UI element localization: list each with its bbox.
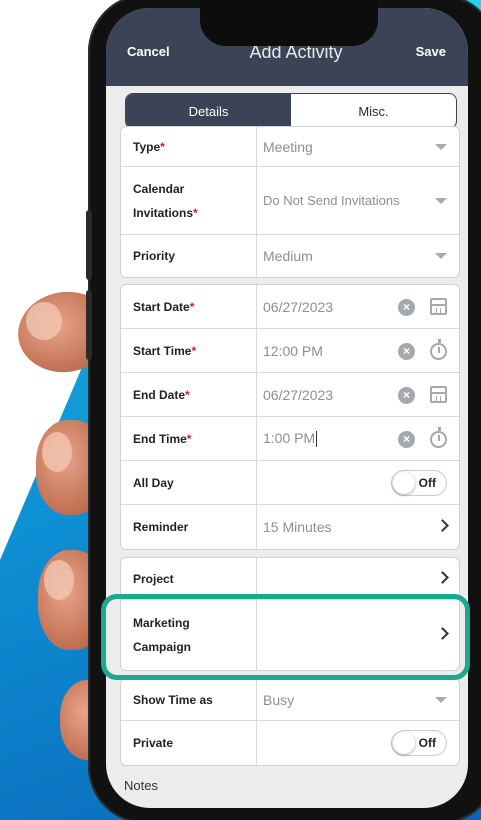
required-marker: * bbox=[160, 139, 165, 154]
project-row[interactable]: Project bbox=[121, 558, 459, 600]
type-row[interactable]: Type * Meeting bbox=[121, 127, 459, 167]
reminder-row[interactable]: Reminder 15 Minutes bbox=[121, 505, 459, 549]
show-time-as-value: Busy bbox=[263, 691, 295, 708]
clear-icon[interactable]: × bbox=[398, 386, 415, 404]
form-group-general: Type * Meeting Calendar Invitations* Do N… bbox=[120, 126, 460, 278]
start-time-label: Start Time * bbox=[121, 329, 257, 372]
end-time-input[interactable]: 1:00 PM bbox=[257, 430, 459, 448]
notes-section-label: Notes bbox=[124, 778, 158, 793]
start-date-row[interactable]: Start Date * 06/27/2023 × bbox=[121, 285, 459, 329]
project-label: Project bbox=[121, 558, 257, 599]
priority-label: Priority bbox=[121, 235, 257, 277]
fingernail bbox=[26, 302, 62, 340]
phone-notch bbox=[200, 0, 378, 46]
start-date-label: Start Date * bbox=[121, 285, 257, 328]
calendar-icon[interactable] bbox=[430, 297, 447, 315]
all-day-label: All Day bbox=[121, 461, 257, 504]
form-group-visibility: Show Time as Busy Private Off bbox=[120, 678, 460, 766]
start-date-value: 06/27/2023 bbox=[263, 298, 334, 315]
clear-icon[interactable]: × bbox=[398, 298, 415, 316]
fingernail bbox=[42, 432, 72, 472]
start-time-value: 12:00 PM bbox=[263, 342, 323, 359]
chevron-right-icon bbox=[436, 627, 449, 640]
end-date-value: 06/27/2023 bbox=[263, 386, 334, 403]
show-time-as-row[interactable]: Show Time as Busy bbox=[121, 679, 459, 721]
fingernail bbox=[44, 560, 74, 600]
clock-icon[interactable] bbox=[430, 426, 447, 448]
clear-icon[interactable]: × bbox=[398, 430, 415, 448]
clock-icon[interactable] bbox=[430, 338, 447, 360]
save-button[interactable]: Save bbox=[416, 44, 446, 59]
chevron-right-icon bbox=[436, 570, 449, 584]
end-time-label: End Time * bbox=[121, 417, 257, 460]
start-time-row[interactable]: Start Time * 12:00 PM × bbox=[121, 329, 459, 373]
volume-button bbox=[86, 290, 92, 360]
tab-details[interactable]: Details bbox=[126, 94, 291, 128]
show-time-as-label: Show Time as bbox=[121, 679, 257, 720]
segmented-control: Details Misc. bbox=[125, 93, 457, 129]
end-time-row[interactable]: End Time * 1:00 PM × bbox=[121, 417, 459, 461]
type-label: Type * bbox=[121, 127, 257, 166]
end-date-row[interactable]: End Date * 06/27/2023 × bbox=[121, 373, 459, 417]
volume-button bbox=[86, 210, 92, 280]
calendar-invitations-value: Do Not Send Invitations bbox=[263, 193, 400, 208]
all-day-row: All Day Off bbox=[121, 461, 459, 505]
cancel-button[interactable]: Cancel bbox=[127, 44, 170, 59]
reminder-label: Reminder bbox=[121, 505, 257, 549]
private-label: Private bbox=[121, 721, 257, 765]
dropdown-caret-icon bbox=[435, 197, 447, 204]
dropdown-caret-icon bbox=[435, 253, 447, 259]
toggle-state: Off bbox=[418, 475, 436, 490]
clear-icon[interactable]: × bbox=[398, 342, 415, 360]
dropdown-caret-icon bbox=[435, 143, 447, 150]
all-day-toggle[interactable]: Off bbox=[391, 469, 447, 496]
priority-row[interactable]: Priority Medium bbox=[121, 235, 459, 277]
marketing-campaign-label: Marketing Campaign bbox=[121, 600, 257, 670]
tab-misc[interactable]: Misc. bbox=[291, 94, 456, 128]
toggle-knob bbox=[393, 732, 415, 754]
dropdown-caret-icon bbox=[435, 696, 447, 703]
toggle-state: Off bbox=[418, 736, 436, 750]
form-group-schedule: Start Date * 06/27/2023 × Start Time * 12:… bbox=[120, 284, 460, 550]
private-toggle[interactable]: Off bbox=[391, 730, 447, 756]
type-value: Meeting bbox=[263, 138, 313, 155]
calendar-icon[interactable] bbox=[430, 385, 447, 403]
text-cursor bbox=[316, 431, 318, 448]
reminder-value: 15 Minutes bbox=[263, 519, 332, 535]
phone-screen: Cancel Add Activity Save Details Misc. T… bbox=[106, 8, 468, 808]
priority-value: Medium bbox=[263, 248, 313, 264]
marketing-campaign-row[interactable]: Marketing Campaign bbox=[121, 600, 459, 670]
end-date-label: End Date * bbox=[121, 373, 257, 416]
private-row: Private Off bbox=[121, 721, 459, 765]
calendar-invitations-row[interactable]: Calendar Invitations* Do Not Send Invita… bbox=[121, 167, 459, 235]
form-group-links: Project Marketing Campaign bbox=[120, 557, 460, 671]
calendar-invitations-label: Calendar Invitations* bbox=[121, 167, 257, 234]
toggle-knob bbox=[393, 471, 415, 494]
